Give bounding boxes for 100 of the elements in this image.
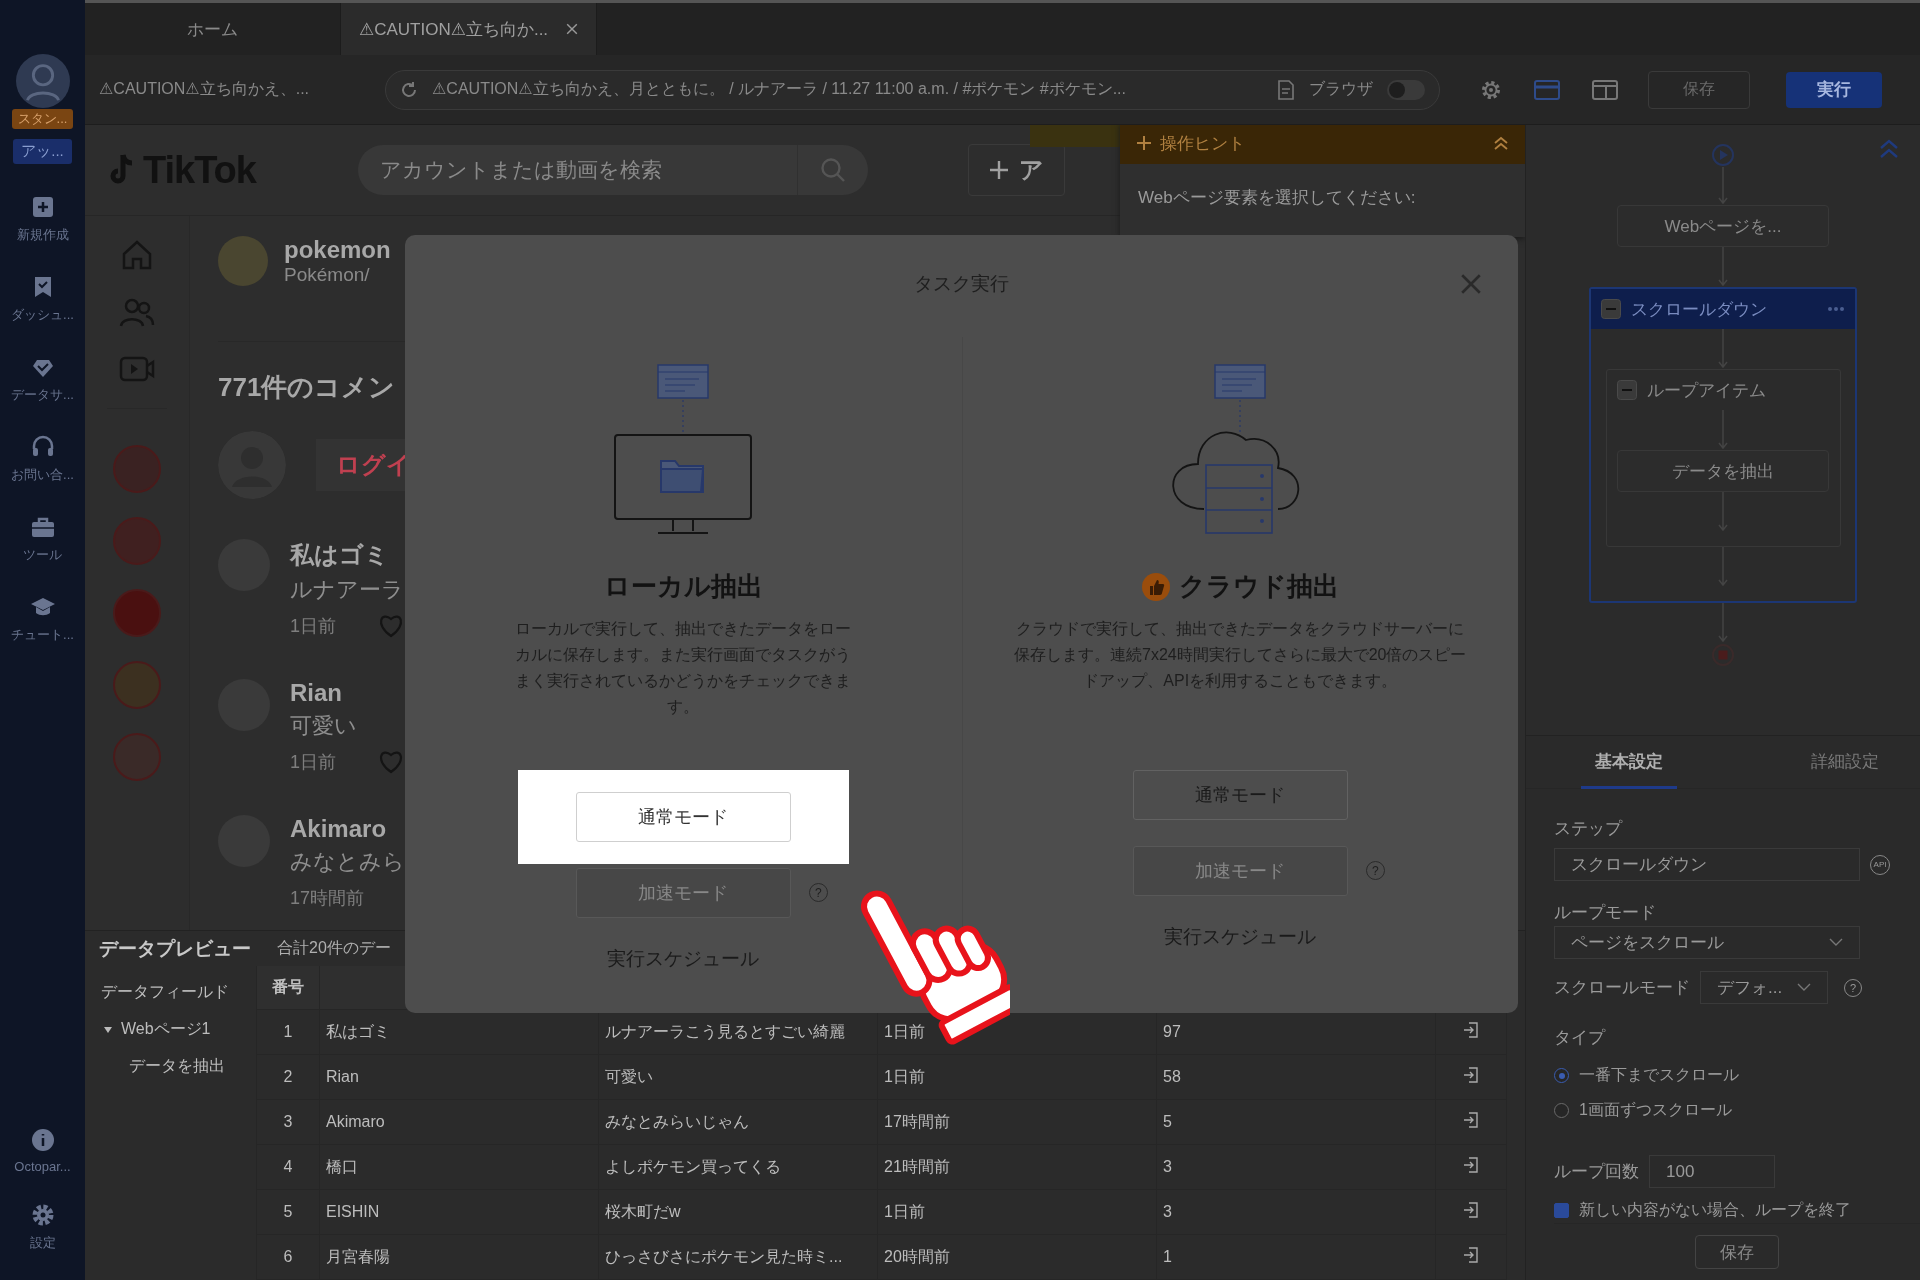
sidebar-label[interactable]: チュート... <box>11 626 74 644</box>
sidebar-label[interactable]: 新規作成 <box>16 226 69 244</box>
field-label: ステップ <box>1554 818 1624 840</box>
flow-arrow <box>1717 603 1729 643</box>
document-icon[interactable] <box>1277 79 1295 100</box>
loop-mode-dropdown[interactable]: ページをスクロール <box>1554 926 1860 959</box>
search-field[interactable]: アカウントまたは動画を検索 <box>379 158 797 182</box>
export-icon[interactable] <box>1463 1247 1479 1263</box>
field-label: ループモード <box>1554 902 1657 924</box>
step-name-field[interactable]: スクロールダウン <box>1554 848 1860 881</box>
checkbox-label[interactable]: 新しい内容がない場合、ループを終了 <box>1579 1200 1851 1221</box>
table-cell: 3 <box>1156 1189 1436 1235</box>
option-title: ローカル抽出 <box>603 570 763 603</box>
tree-item[interactable]: Webページ1 <box>103 1019 256 1040</box>
account-avatar[interactable] <box>218 236 268 286</box>
table-cell: 2 <box>257 1054 320 1100</box>
window-icon[interactable] <box>1592 79 1618 100</box>
reload-icon[interactable] <box>400 80 418 99</box>
account-badge[interactable]: アッ... <box>13 139 72 164</box>
save-button[interactable]: 保存 <box>1695 1235 1779 1269</box>
search-icon[interactable] <box>819 157 846 183</box>
loop-count-field[interactable]: 100 <box>1649 1155 1775 1188</box>
flow-arrow <box>1717 410 1729 450</box>
loop-title: スクロールダウン <box>1631 298 1768 321</box>
collapse-icon[interactable] <box>1616 380 1637 400</box>
plus-icon <box>988 160 1009 180</box>
export-icon[interactable] <box>1463 1112 1479 1128</box>
comment-user: Akimaro <box>290 815 388 843</box>
sidebar-label[interactable]: データサ... <box>11 386 74 404</box>
plus-icon[interactable] <box>1136 135 1152 151</box>
table-cell: Akimaro <box>319 1099 599 1145</box>
field-label: タイプ <box>1554 1027 1607 1049</box>
table-cell: EISHIN <box>319 1189 599 1235</box>
field-label: スクロールモード <box>1554 977 1690 999</box>
workflow-step[interactable]: Webページを... <box>1617 205 1829 247</box>
plan-badge: スタン... <box>11 109 74 129</box>
table-cell: 3 <box>257 1099 320 1145</box>
close-icon[interactable] <box>1460 273 1482 295</box>
run-button[interactable]: 実行 <box>1786 71 1882 108</box>
radio-label[interactable]: 1画面ずつスクロール <box>1579 1100 1732 1121</box>
scroll-mode-dropdown[interactable]: デフォ... <box>1700 971 1828 1004</box>
comment-time: 17時間前 <box>290 887 365 910</box>
loop-block[interactable]: ループアイテム データを抽出 <box>1605 369 1841 547</box>
field-label: ループ回数 <box>1554 1161 1639 1183</box>
sidebar-label[interactable]: お問い合... <box>11 466 74 484</box>
table-cell: Rian <box>319 1054 599 1100</box>
sidebar-label[interactable]: ツール <box>23 546 62 564</box>
table-cell: 1日前 <box>877 1054 1157 1100</box>
table-cell: 5 <box>257 1189 320 1235</box>
table-cell: 1 <box>257 1009 320 1055</box>
close-tab-icon[interactable] <box>566 23 579 35</box>
account-name[interactable]: pokemon <box>284 236 391 264</box>
comment-time: 1日前 <box>290 751 336 774</box>
table-cell: 1日前 <box>877 1189 1157 1235</box>
address-field[interactable]: ⚠CAUTION⚠立ち向かえ、月とともに。 / ルナアーラ / 11.27 11:00 a.m. / #ポケモン #ポケモン... ブラウザ <box>385 69 1440 110</box>
search-bar[interactable]: アカウントまたは動画を検索 <box>357 145 868 195</box>
table-cell: 20時間前 <box>877 1234 1157 1280</box>
collapse-icon[interactable] <box>1601 299 1621 319</box>
browser-toggle[interactable] <box>1387 79 1425 100</box>
radio-button[interactable] <box>1554 1068 1569 1083</box>
settings-icon[interactable] <box>1480 78 1502 101</box>
sidebar-label[interactable]: Octopar... <box>14 1159 71 1174</box>
export-icon[interactable] <box>1463 1022 1479 1038</box>
radio-label[interactable]: 一番下までスクロール <box>1579 1065 1739 1086</box>
start-icon <box>1711 143 1735 167</box>
table-cell: 4 <box>257 1144 320 1190</box>
tree-item[interactable]: データを抽出 <box>129 1056 256 1077</box>
radio-button[interactable] <box>1554 1103 1569 1118</box>
table-cell: 桜木町だw <box>598 1189 878 1235</box>
hint-title: 操作ヒント <box>1160 132 1245 155</box>
column-header: 番号 <box>257 966 320 1010</box>
comment-text: みなとみら <box>290 848 405 876</box>
settings-tab[interactable]: 詳細設定 <box>1797 736 1893 789</box>
table-cell: ひっさびさにポケモン見た時ミ... <box>598 1234 878 1280</box>
caret-down-icon[interactable] <box>103 1024 113 1035</box>
loop-title: ループアイテム <box>1646 379 1767 402</box>
more-icon[interactable] <box>1827 306 1845 312</box>
settings-tab[interactable]: 基本設定 <box>1581 736 1677 789</box>
browser-tab[interactable]: ⚠CAUTION⚠立ち向か... <box>341 3 597 55</box>
record-count: 合計20件のデー <box>277 938 391 958</box>
comment-text: ルナアーラ <box>290 576 404 604</box>
table-cell: みなとみらいじゃん <box>598 1099 878 1145</box>
loop-block[interactable]: スクロールダウン ループアイテム データを抽出 <box>1589 287 1857 603</box>
comment-text: 可愛い <box>290 712 358 740</box>
flow-arrow <box>1717 492 1729 532</box>
export-icon[interactable] <box>1463 1067 1479 1083</box>
export-icon[interactable] <box>1463 1157 1479 1173</box>
export-icon[interactable] <box>1463 1202 1479 1218</box>
sidebar-label[interactable]: ダッシュ... <box>11 306 74 324</box>
normal-mode-button[interactable]: 通常モード <box>575 792 791 842</box>
avatar-icon[interactable] <box>15 54 70 108</box>
sidebar-label[interactable]: 設定 <box>29 1234 56 1252</box>
checkbox[interactable] <box>1554 1203 1569 1218</box>
stop-icon <box>1711 643 1735 667</box>
table-cell: 月宮春陽 <box>319 1234 599 1280</box>
collapse-icon[interactable] <box>1493 136 1509 150</box>
card-icon[interactable] <box>1534 79 1560 100</box>
flow-arrow <box>1717 247 1729 287</box>
workflow-step[interactable]: データを抽出 <box>1617 450 1829 492</box>
info-icon[interactable] <box>29 1127 56 1153</box>
